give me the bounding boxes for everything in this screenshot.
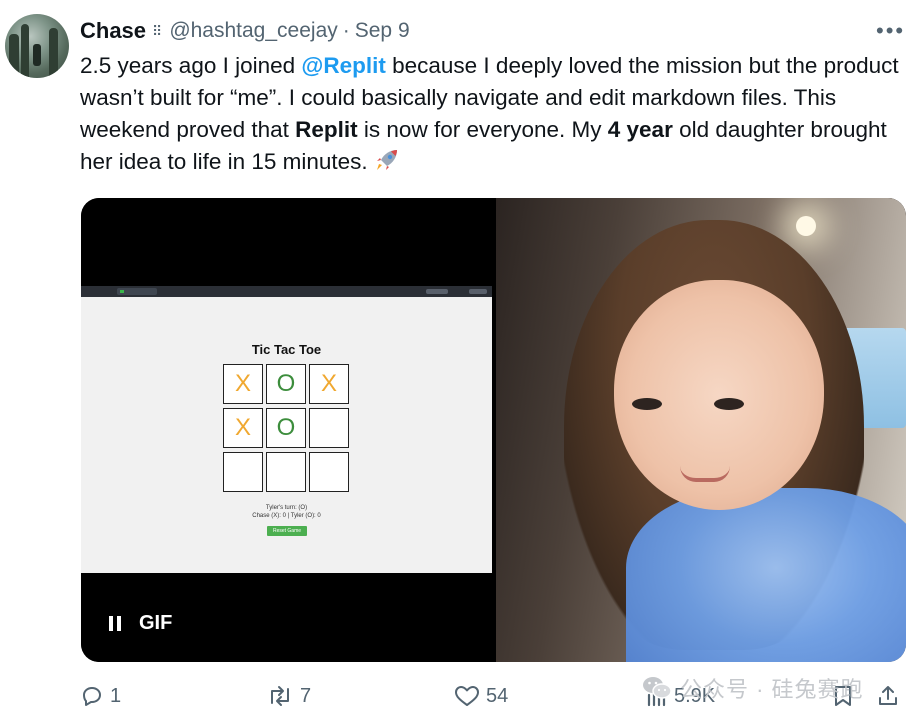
like-count: 54: [486, 684, 509, 707]
author-name[interactable]: Chase: [80, 18, 146, 44]
ceiling-light: [796, 216, 816, 236]
retweet-icon: [271, 686, 289, 706]
tweet-date[interactable]: Sep 9: [355, 19, 410, 43]
reply-count: 1: [110, 684, 122, 707]
gif-controls[interactable]: GIF: [109, 612, 172, 635]
board-cell: X: [223, 364, 263, 404]
board-cell: O: [266, 408, 306, 448]
browser-bar: [81, 286, 492, 297]
photo-pane[interactable]: [496, 198, 906, 662]
gif-badge: GIF: [139, 612, 173, 634]
board-cell: [309, 452, 349, 492]
pause-icon[interactable]: [109, 616, 121, 631]
board-cell: [223, 452, 263, 492]
board-cell: X: [223, 408, 263, 448]
person-silhouette: [33, 44, 41, 66]
photo-dress: [626, 488, 906, 662]
retweet-button[interactable]: 7: [266, 684, 311, 708]
avatar[interactable]: [5, 14, 69, 78]
reset-game-button: Reset Game: [267, 526, 307, 536]
media-grid[interactable]: Tic Tac Toe X O X X O Tyler's turn: (O) …: [81, 198, 906, 662]
share-button[interactable]: [876, 684, 906, 708]
game-board: X O X X O: [223, 364, 353, 496]
board-cell: [266, 452, 306, 492]
mention-link[interactable]: @Replit: [301, 53, 385, 78]
heart-icon: [455, 686, 479, 706]
watermark-text: 公众号 · 硅兔赛跑: [680, 677, 864, 702]
game-screenshot: Tic Tac Toe X O X X O Tyler's turn: (O) …: [81, 286, 492, 573]
tweet-text: 2.5 years ago I joined @Replit because I…: [80, 50, 910, 182]
reply-button[interactable]: 1: [80, 684, 121, 708]
board-cell: X: [309, 364, 349, 404]
wechat-watermark: 公众号 · 硅兔赛跑: [642, 672, 864, 704]
share-icon: [879, 686, 897, 705]
more-options-icon[interactable]: •••: [876, 20, 905, 42]
rocket-emoji-icon: [374, 147, 400, 182]
meta-separator: ·: [342, 19, 350, 42]
affiliate-badge-icon: ⠿: [152, 22, 164, 39]
gif-pane[interactable]: Tic Tac Toe X O X X O Tyler's turn: (O) …: [81, 198, 492, 662]
game-title: Tic Tac Toe: [251, 342, 322, 357]
game-status: Tyler's turn: (O) Chase (X): 0 | Tyler (…: [252, 505, 321, 519]
retweet-count: 7: [300, 684, 312, 707]
tweet: Chase ⠿ @hashtag_ceejay · Sep 9 ••• 2.5 …: [0, 0, 922, 724]
tweet-header: Chase ⠿ @hashtag_ceejay · Sep 9: [80, 16, 410, 46]
like-button[interactable]: 54: [454, 684, 508, 708]
board-cell: [309, 408, 349, 448]
wechat-icon: [643, 677, 672, 699]
reply-icon: [83, 687, 101, 706]
board-cell: O: [266, 364, 306, 404]
author-handle[interactable]: @hashtag_ceejay: [169, 19, 337, 43]
